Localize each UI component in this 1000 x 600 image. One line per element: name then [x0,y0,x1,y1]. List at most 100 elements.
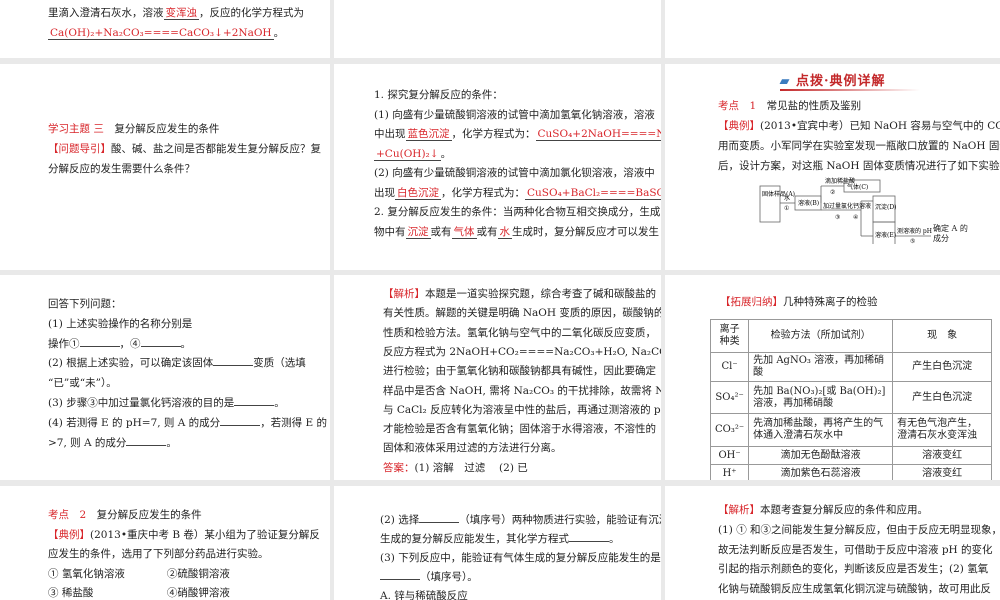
header-phenomenon: 现 象 [892,319,992,353]
slide-10[interactable]: 【解析】本题考查复分解反应的条件和应用。 (1) ① 和③之间能发生复分解反应，但… [665,486,1000,600]
diagram-step2: ② [830,189,835,196]
text-line: 分解反应的发生需要什么条件？ [48,162,195,176]
text-line: 性质和检验方法。氢氧化钠与空气中的二氧化碳反应变质， [383,326,656,340]
text-line: 【典例】(2013•重庆中考 B 卷）某小组为了验证复分解反 [48,528,320,542]
section-header: ▰ 点拨·典例详解 [665,70,1000,89]
table-row: SO₄²⁻ 先加 Ba(NO₃)₂[或 Ba(OH)₂] 溶液，再加稀硝酸 产生白色… [709,381,992,414]
text-segment: 。 [274,397,285,409]
text-segment: (2013•宜宾中考）已知 NaOH 容易与空气中的 CO₂ 作 [760,120,1000,132]
text-line: (2) 选择 （填序号）两种物质进行实验，能验证有沉淀 [380,513,661,527]
slide-1[interactable]: 里滴入澄清石灰水，溶液 变浑浊 ，反应的化学方程式为 Ca(OH)₂+Na₂CO₃==… [0,0,330,58]
highlight-label: 【解析】 [718,504,760,516]
ion-cell: CO₃²⁻ [709,413,750,447]
text-line: 学习主题 三 复分解反应发生的条件 [48,122,219,136]
diagram-result: 确定 A 的成分 [933,224,968,243]
text-segment: 应发生的条件，选用了下列部分药品进行实验。 [48,548,269,560]
text-segment: (2) 向盛有少量硫酸铜溶液的试管中滴加氯化钡溶液，溶液中 [374,167,655,179]
slide-4[interactable]: ▰ 点拨·典例详解 固体样品(A) 水 ① 溶液(B) 滴加稀盐酸 ② 气体(C… [665,64,1000,270]
highlight-label: 考点 2 [48,509,87,521]
method-cell: 先加 Ba(NO₃)₂[或 Ba(OH)₂] 溶液，再加稀硝酸 [748,381,894,414]
slide-blank-2[interactable] [665,0,1000,58]
text-segment: 。 [609,533,620,545]
diagram-step3: ③ [835,214,840,221]
text-line: 【解析】本题考查复分解反应的条件和应用。 [718,503,928,517]
header-method: 检验方法（所加试剂） [748,319,894,353]
answer-blank [79,345,120,347]
highlight-label: 【问题导引】 [48,143,111,155]
highlight-label: 学习主题 三 [48,123,104,135]
slide-5[interactable]: 回答下列问题： (1) 上述实验操作的名称分别是 操作① ，④ 。 (2) 根据上述实验，… [0,275,330,480]
text-line: 答案：(1) 溶解 过滤 (2) 已 [383,461,528,475]
text-segment: 或有 [476,225,498,238]
slide-blank-1[interactable] [334,0,661,58]
text-segment: 复分解反应发生的条件 [86,509,202,521]
answer-blank [126,444,167,446]
text-segment: (1) 溶解 过滤 (2) 已 [414,461,528,474]
text-segment: ，反应的化学方程式为 [199,7,304,19]
experiment-flow-diagram: 固体样品(A) 水 ① 溶液(B) 滴加稀盐酸 ② 气体(C) 加过量氯化钙溶液… [759,177,932,244]
filled-answer: CuSO₄+2NaOH====Na₂SO₄ [535,128,661,141]
text-line: 【问题导引】酸、碱、盐之间是否都能发生复分解反应？复 [48,142,321,156]
diagram-precip: 沉淀(D) [875,203,897,211]
diagram-sample: 固体样品(A) [762,190,795,198]
highlight-label: 【解析】 [383,288,425,300]
text-line: 样品中是否含 NaOH, 需将 Na₂CO₃ 的干扰排除，故需将 Na₂CO₃ [383,384,661,398]
phenomenon-cell: 产生白色沉淀 [892,352,992,382]
slide-7[interactable]: 【拓展归纳】几种特殊离子的检验 离子种类 检验方法（所加试剂） 现 象 Cl⁻ 先… [665,275,1000,480]
table-header-row: 离子种类 检验方法（所加试剂） 现 象 [709,319,992,353]
table-title: 【拓展归纳】几种特殊离子的检验 [720,295,878,309]
highlight-label: 考点 1 [718,100,757,112]
text-line: A. 锌与稀硫酸反应 [380,589,468,600]
method-cell: 先加 AgNO₃ 溶液，再加稀硝酸 [748,352,894,382]
text-line: 里滴入澄清石灰水，溶液 变浑浊 ，反应的化学方程式为 [48,6,304,20]
text-segment: 后，设计方案，对这瓶 NaOH 固体变质情况进行了如下实验探究： [718,160,1000,172]
text-segment: 反应方程式为 2NaOH+CO₂====Na₂CO₃+H₂O, Na₂CO₃ 可… [383,345,661,358]
slide-2[interactable]: 学习主题 三 复分解反应发生的条件【问题导引】酸、碱、盐之间是否都能发生复分解反… [0,64,330,270]
slide-8[interactable]: 考点 2 复分解反应发生的条件【典例】(2013•重庆中考 B 卷）某小组为了验… [0,486,330,600]
text-line: 【解析】本题是一道实验探究题，综合考查了碱和碳酸盐的 [383,287,656,301]
text-line: ① 氢氧化钠溶液 ②硫酸铜溶液 [48,567,230,581]
text-line: (1) 向盛有少量硫酸铜溶液的试管中滴加氢氧化钠溶液，溶液 [374,108,655,122]
text-segment: 与 CaCl₂ 反应转化为溶液呈中性的盐后，再通过测溶液的 pH [383,403,661,416]
ion-cell: Cl⁻ [709,352,750,382]
text-line: 操作① ，④ 。 [48,337,191,351]
text-segment: ① 氢氧化钠溶液 ②硫酸铜溶液 [48,567,230,580]
text-line: ③ 稀盐酸 ④硝酸钾溶液 [48,586,230,600]
text-segment: 2. 复分解反应发生的条件：当两种化合物互相交换成分，生成 [374,206,661,218]
text-line: (3) 下列反应中，能验证有气体生成的复分解反应能发生的是 [380,551,661,565]
text-segment: 出现 [374,186,395,199]
header-title: 点拨·典例详解 [796,74,886,89]
method-cell: 滴加紫色石蕊溶液 [748,464,894,480]
header-ion: 离子种类 [709,319,750,353]
text-segment: 有关性质。解题的关键是明确 NaOH 变质的原因，碳酸钠的 [383,307,661,320]
text-segment: 常见盐的性质及鉴别 [756,100,862,112]
text-line: 回答下列问题： [48,297,122,311]
phenomenon-cell: 有无色气泡产生，澄清石灰水变浑浊 [892,413,992,447]
text-segment: (2) 选择 [380,514,420,526]
slide-9[interactable]: (2) 选择 （填序号）两种物质进行实验，能验证有沉淀 生成的复分解反应能发生，其化… [334,486,661,600]
text-line: 故无法判断反应是否发生，可借助于反应中溶液 pH 的变化 [718,543,993,557]
table-row: Cl⁻ 先加 AgNO₃ 溶液，再加稀硝酸 产生白色沉淀 [709,352,992,382]
method-cell: 滴加无色酚酞溶液 [748,446,894,465]
slide-3[interactable]: 1. 探究复分解反应的条件： (1) 向盛有少量硫酸铜溶液的试管中滴加氢氧化钠溶液… [334,64,661,270]
text-line: “已”或“未”）。 [48,376,117,390]
slide-6[interactable]: 【解析】本题是一道实验探究题，综合考查了碱和碳酸盐的 有关性质。解题的关键是明确 … [334,275,661,480]
text-line: 2. 复分解反应发生的条件：当两种化合物互相交换成分，生成 [374,205,660,219]
text-segment: 引起的指示剂颜色的变化，判断该反应是否发生；(2) 氢氧 [718,563,989,576]
text-segment: ，化学方程式为： [441,186,525,199]
text-segment: 或有 [430,225,452,238]
text-segment: A. 锌与稀硫酸反应 [380,590,468,600]
text-line: 应发生的条件，选用了下列部分药品进行实验。 [48,547,269,561]
text-line: 生成的复分解反应能发生，其化学方程式 。 [380,532,620,546]
text-segment: 复分解反应发生的条件 [103,123,220,135]
text-segment: 变质（选填 [253,357,306,370]
table-row: CO₃²⁻ 先滴加稀盐酸，再将产生的气体通入澄清石灰水中 有无色气泡产生，澄清石灰水… [709,413,992,447]
text-segment: (1) ① 和③之间能发生复分解反应，但由于反应无明显现象， [718,523,1000,536]
text-line: 出现白色沉淀，化学方程式为：CuSO₄+BaCl₂====BaSO₄↓+CuCl… [374,186,661,200]
answer-blank [380,579,420,580]
filled-answer: Ca(OH)₂+Na₂CO₃====CaCO₃↓+2NaOH [48,27,274,40]
text-segment: 。 [273,27,285,39]
diagram-ph: 测溶液的 pH [897,227,932,235]
text-segment: ，④ [119,337,141,350]
filled-answer: 气体 [451,225,477,239]
